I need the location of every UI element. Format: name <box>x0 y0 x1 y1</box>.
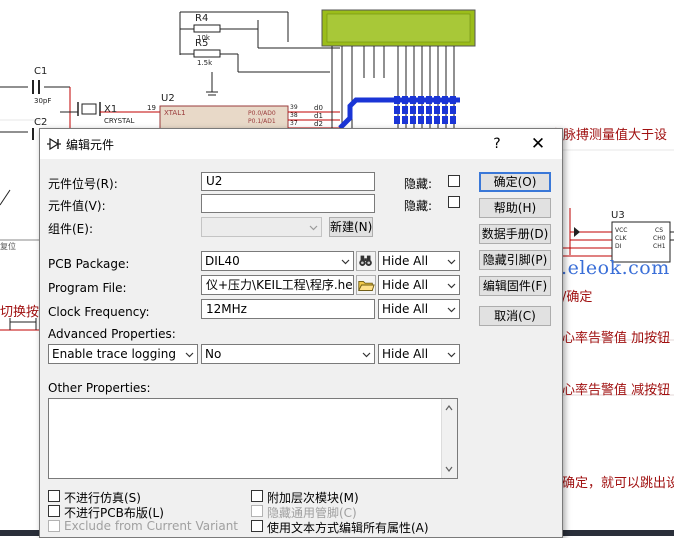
scroll-up-icon <box>445 405 453 411</box>
ref-hidden-label: 隐藏: <box>404 177 433 191</box>
program-file-browse-button[interactable] <box>356 275 376 295</box>
label-port-1: P0.1/AD1 <box>248 118 276 125</box>
chevron-down-icon <box>362 352 371 358</box>
package-browse-button[interactable] <box>356 251 376 271</box>
annotation-confirm: /确定 <box>562 290 593 305</box>
label-net-d1: d1 <box>314 112 323 120</box>
label-u3-di: DI <box>615 243 622 250</box>
exclude-variant-label: Exclude from Current Variant <box>64 519 239 533</box>
label-c1-value: 30pF <box>34 97 52 105</box>
new-button[interactable]: 新建(N) <box>329 217 373 237</box>
edit-text-mode-checkbox[interactable] <box>251 520 263 532</box>
advanced-property-value: No <box>205 347 222 361</box>
annotation-reset: 复位 <box>0 242 16 251</box>
help-icon[interactable]: ? <box>487 134 507 154</box>
annotation-hr-minus: 心率告警值 减按钮 <box>562 383 671 398</box>
dialog-title: 编辑元件 <box>66 138 115 152</box>
chevron-down-icon <box>447 259 456 265</box>
label-port-num-2: 37 <box>290 120 298 127</box>
edit-text-mode-label: 使用文本方式编辑所有属性(A) <box>267 521 429 535</box>
advanced-property-value-select[interactable]: No <box>201 344 375 364</box>
dialog-titlebar[interactable]: 编辑元件 ? ✕ <box>40 129 562 159</box>
pcb-package-value: DIL40 <box>205 254 240 268</box>
advanced-property-visibility-value: Hide All <box>382 347 429 361</box>
label-r5-value: 1.5k <box>197 59 213 67</box>
value-hidden-checkbox[interactable] <box>448 196 460 208</box>
label-u3-ch1: CH1 <box>653 243 666 250</box>
label-u2-pinnum: 19 <box>147 104 156 112</box>
pcb-package-label: PCB Package: <box>48 257 130 271</box>
exclude-variant-checkbox <box>48 520 60 532</box>
program-file-label: Program File: <box>48 281 127 295</box>
exclude-simulation-checkbox[interactable] <box>48 490 60 502</box>
label-c2: C2 <box>34 117 48 128</box>
value-hidden-label: 隐藏: <box>404 199 433 213</box>
hidden-pins-button[interactable]: 隐藏引脚(P) <box>479 250 551 270</box>
other-properties-textarea[interactable] <box>48 398 458 479</box>
label-net-d0: d0 <box>314 104 323 112</box>
label-r4: R4 <box>195 13 209 24</box>
value-input[interactable] <box>201 194 375 213</box>
pcb-package-select[interactable]: DIL40 <box>201 251 354 271</box>
label-u2-pin: XTAL1 <box>164 109 186 117</box>
edit-firmware-button[interactable]: 编辑固件(F) <box>479 276 551 296</box>
annotation-exit: 确定，就可以跳出设 <box>562 476 674 491</box>
ok-button[interactable]: 确定(O) <box>479 172 551 192</box>
chevron-down-icon <box>341 259 350 265</box>
help-button[interactable]: 帮助(H) <box>479 198 551 218</box>
label-x1-value: CRYSTAL <box>104 117 135 125</box>
label-port-num-1: 38 <box>290 112 298 119</box>
value-label: 元件值(V): <box>48 199 106 213</box>
chevron-down-icon <box>447 352 456 358</box>
folder-icon <box>358 280 375 291</box>
label-x1: X1 <box>104 104 118 115</box>
scroll-down-icon <box>445 466 453 472</box>
other-properties-scrollbar[interactable] <box>441 399 457 478</box>
annotation-hr-plus: 心率告警值 加按钮 <box>562 331 671 346</box>
pcb-package-visibility-value: Hide All <box>382 254 429 268</box>
cancel-button[interactable]: 取消(C) <box>479 306 551 326</box>
label-r5: R5 <box>195 38 209 49</box>
clock-frequency-label: Clock Frequency: <box>48 305 150 319</box>
edit-component-dialog: 编辑元件 ? ✕ 元件位号(R): U2 隐藏: 元件值(V): 隐藏: 组件(… <box>39 128 563 538</box>
advanced-property-name-select[interactable]: Enable trace logging <box>48 344 198 364</box>
program-file-visibility-select[interactable]: Hide All <box>378 275 460 295</box>
label-net-d2: d2 <box>314 120 323 128</box>
exclude-pcb-checkbox[interactable] <box>48 505 60 517</box>
chevron-down-icon <box>185 352 194 358</box>
label-port-num-0: 39 <box>290 104 298 111</box>
label-port-0: P0.0/AD0 <box>248 110 276 117</box>
chevron-down-icon <box>447 307 456 313</box>
advanced-property-visibility-select[interactable]: Hide All <box>378 344 460 364</box>
group-label: 组件(E): <box>48 222 93 236</box>
label-u3-vcc: VCC <box>615 227 628 234</box>
clock-frequency-visibility-value: Hide All <box>382 302 429 316</box>
pcb-package-visibility-select[interactable]: Hide All <box>378 251 460 271</box>
close-icon[interactable]: ✕ <box>526 134 550 154</box>
program-file-input[interactable]: 仪+压力\KEIL工程\程序.hex <box>201 275 354 295</box>
clock-frequency-visibility-select[interactable]: Hide All <box>378 299 460 319</box>
chevron-down-icon <box>447 283 456 289</box>
binoculars-icon <box>359 255 372 266</box>
advanced-properties-label: Advanced Properties: <box>48 327 176 341</box>
ref-hidden-checkbox[interactable] <box>448 175 460 187</box>
other-properties-label: Other Properties: <box>48 381 151 395</box>
hide-common-pins-checkbox <box>251 505 263 517</box>
ref-label: 元件位号(R): <box>48 177 118 191</box>
chevron-down-icon <box>309 225 318 231</box>
label-u3-clk: CLK <box>615 235 627 242</box>
ref-input[interactable]: U2 <box>201 172 375 191</box>
label-u3-cs: CS <box>655 227 663 234</box>
clock-frequency-input[interactable]: 12MHz <box>201 299 375 319</box>
label-c1: C1 <box>34 66 48 77</box>
label-u3-ch0: CH0 <box>653 235 666 242</box>
program-file-visibility-value: Hide All <box>382 278 429 292</box>
label-u2: U2 <box>161 93 175 104</box>
label-u3: U3 <box>611 210 625 221</box>
datasheet-button[interactable]: 数据手册(D) <box>479 224 551 244</box>
advanced-property-name-value: Enable trace logging <box>52 347 176 361</box>
component-icon <box>47 137 61 151</box>
group-select <box>201 217 322 237</box>
attach-hierarchy-checkbox[interactable] <box>251 490 263 502</box>
